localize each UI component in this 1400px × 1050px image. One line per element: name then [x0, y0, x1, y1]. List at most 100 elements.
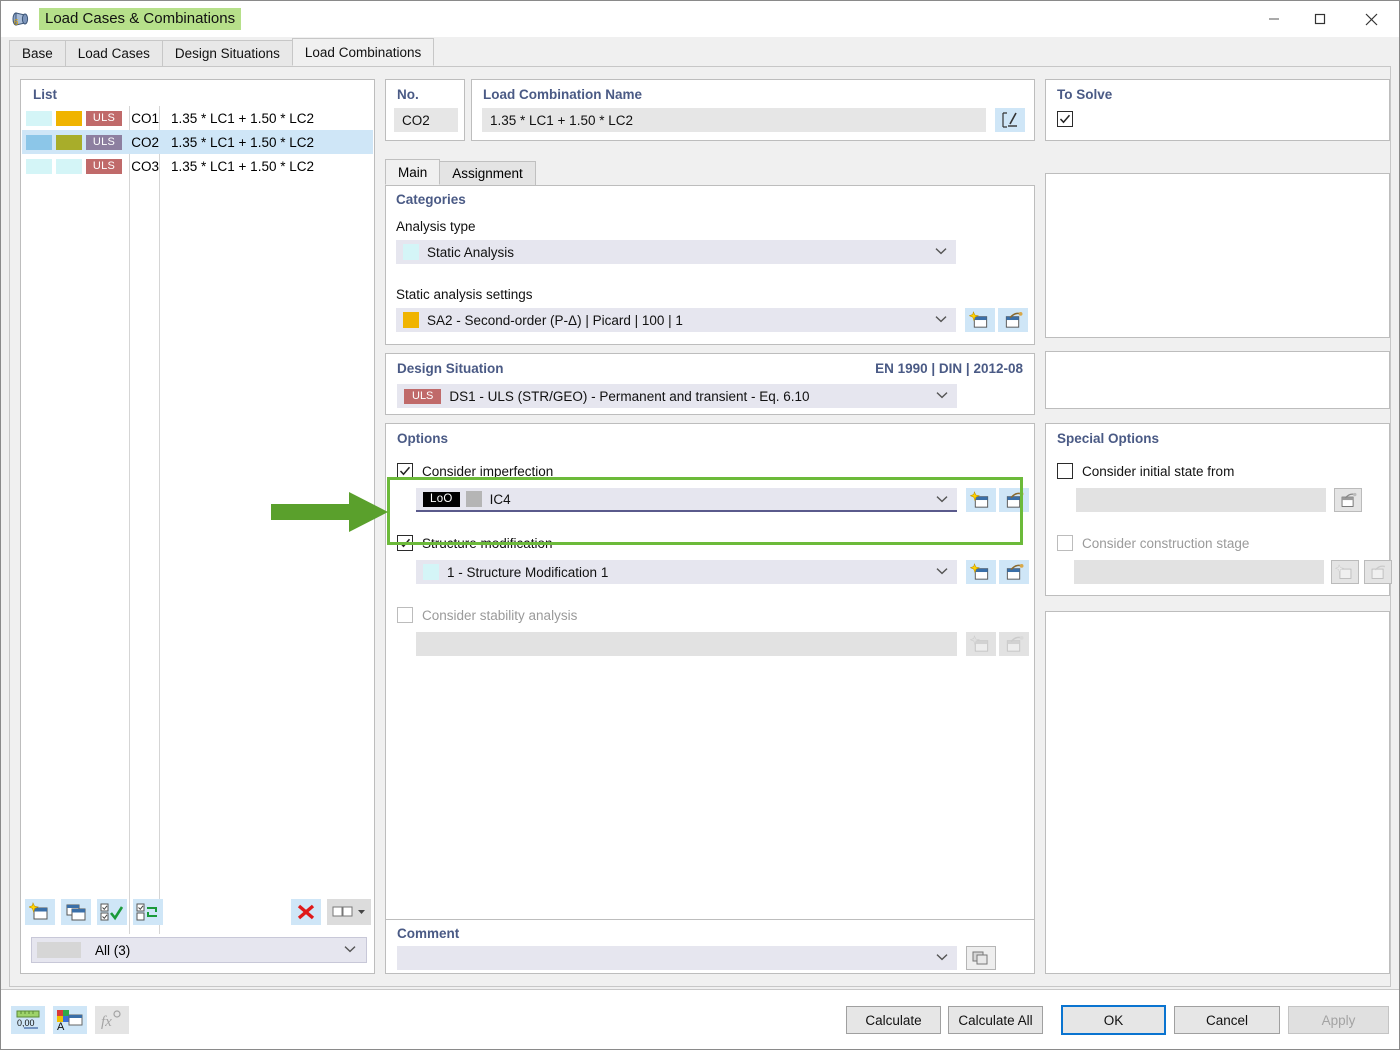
edit-window-icon — [999, 632, 1029, 656]
close-button[interactable] — [1343, 1, 1399, 37]
chevron-down-icon — [936, 566, 948, 578]
table-row[interactable]: ULS CO3 1.35 * LC1 + 1.50 * LC2 — [22, 154, 373, 178]
structure-modification-swatch — [423, 564, 439, 580]
consider-construction-stage-label: Consider construction stage — [1082, 535, 1250, 551]
copy-window-icon[interactable] — [61, 899, 91, 925]
comment-library-icon[interactable] — [966, 946, 996, 970]
consider-stability-checkbox — [397, 607, 413, 623]
two-pane-icon[interactable] — [327, 899, 371, 925]
tab-load-cases[interactable]: Load Cases — [64, 40, 163, 66]
ok-button[interactable]: OK — [1061, 1005, 1166, 1035]
comment-combo[interactable] — [397, 946, 957, 970]
consider-initial-state-row[interactable]: Consider initial state from — [1057, 463, 1234, 479]
consider-initial-state-checkbox[interactable] — [1057, 463, 1073, 479]
status-badge: ULS — [86, 110, 122, 126]
settings-label: Static analysis settings — [396, 287, 533, 302]
title-bar: 6 Load Cases & Combinations — [1, 1, 1399, 37]
status-badge: ULS — [404, 388, 442, 404]
calculate-all-button[interactable]: Calculate All — [948, 1006, 1043, 1034]
combination-header: No. CO2 Load Combination Name 1.35 * LC1… — [385, 79, 1035, 141]
list-filter-combo[interactable]: All (3) — [31, 937, 367, 963]
structure-modification-checkbox[interactable] — [397, 535, 413, 551]
consider-initial-state-label: Consider initial state from — [1082, 463, 1235, 479]
right-empty-panel-2 — [1045, 351, 1390, 409]
consider-imperfection-label: Consider imperfection — [422, 463, 554, 479]
tab-load-combinations[interactable]: Load Combinations — [291, 38, 435, 66]
structure-modification-value: 1 - Structure Modification 1 — [447, 564, 609, 580]
name-label: Load Combination Name — [483, 87, 643, 102]
tab-design-situations[interactable]: Design Situations — [161, 40, 293, 66]
load-cases-icon: 6 — [9, 8, 31, 30]
consider-construction-stage-row: Consider construction stage — [1057, 535, 1249, 551]
name-field[interactable]: 1.35 * LC1 + 1.50 * LC2 — [482, 108, 986, 132]
name-box: Load Combination Name 1.35 * LC1 + 1.50 … — [471, 79, 1035, 141]
design-standard-label: EN 1990 | DIN | 2012-08 — [875, 361, 1023, 376]
invert-selection-icon[interactable] — [133, 899, 163, 925]
edit-window-icon[interactable] — [999, 560, 1029, 584]
new-window-icon[interactable] — [966, 560, 996, 584]
analysis-type-combo[interactable]: Static Analysis — [396, 240, 956, 264]
cancel-button[interactable]: Cancel — [1174, 1006, 1280, 1034]
status-badge: ULS — [86, 134, 122, 150]
number-field[interactable]: CO2 — [394, 108, 458, 132]
chevron-down-icon — [936, 494, 948, 506]
design-situation-combo[interactable]: ULS DS1 - ULS (STR/GEO) - Permanent and … — [397, 384, 957, 408]
red-x-icon[interactable] — [291, 899, 321, 925]
check-all-icon[interactable] — [97, 899, 127, 925]
row-expression: 1.35 * LC1 + 1.50 * LC2 — [171, 158, 314, 174]
design-situation-value: DS1 - ULS (STR/GEO) - Permanent and tran… — [449, 388, 810, 404]
annotation-arrow-icon — [271, 491, 389, 536]
list-filter-label: All (3) — [95, 942, 131, 958]
edit-window-icon — [1364, 560, 1392, 584]
tab-base[interactable]: Base — [9, 40, 66, 66]
row-number: CO3 — [131, 158, 159, 174]
edit-window-icon[interactable] — [999, 488, 1029, 512]
maximize-button[interactable] — [1297, 1, 1343, 37]
load-cases-combinations-window: 6 Load Cases & Combinations Base Load Ca… — [0, 0, 1400, 1050]
settings-value: SA2 - Second-order (P-Δ) | Picard | 100 … — [427, 312, 683, 328]
fx-icon: fx — [95, 1006, 129, 1034]
row-swatch-secondary — [56, 158, 82, 174]
consider-stability-label: Consider stability analysis — [422, 607, 578, 623]
static-analysis-settings-combo[interactable]: SA2 - Second-order (P-Δ) | Picard | 100 … — [396, 308, 956, 332]
new-window-icon[interactable] — [25, 899, 55, 925]
consider-imperfection-row[interactable]: Consider imperfection — [397, 463, 553, 479]
minimize-button[interactable] — [1251, 1, 1297, 37]
status-badge: ULS — [86, 158, 122, 174]
list-toolbar — [25, 897, 371, 927]
units-000-icon[interactable]: 0,00 — [11, 1006, 45, 1034]
tab-assignment[interactable]: Assignment — [439, 161, 536, 185]
row-expression: 1.35 * LC1 + 1.50 * LC2 — [171, 110, 314, 126]
chevron-down-icon — [344, 944, 356, 956]
to-solve-title: To Solve — [1057, 87, 1113, 102]
categories-panel-content: Categories Analysis type Static Analysis… — [385, 185, 1035, 345]
color-palette-icon[interactable]: A — [53, 1006, 87, 1034]
tab-main[interactable]: Main — [385, 159, 441, 185]
chevron-down-icon — [358, 910, 365, 914]
svg-text:6: 6 — [14, 18, 19, 27]
new-window-icon[interactable] — [965, 308, 995, 332]
new-window-icon[interactable] — [966, 488, 996, 512]
table-row[interactable]: ULS CO2 1.35 * LC1 + 1.50 * LC2 — [22, 130, 373, 154]
structure-modification-row[interactable]: Structure modification — [397, 535, 553, 551]
structure-modification-combo[interactable]: 1 - Structure Modification 1 — [416, 560, 957, 584]
consider-imperfection-checkbox[interactable] — [397, 463, 413, 479]
svg-text:fx: fx — [101, 1014, 112, 1030]
settings-swatch — [403, 312, 419, 328]
edit-window-icon[interactable] — [998, 308, 1028, 332]
to-solve-checkbox[interactable] — [1057, 111, 1073, 127]
chevron-down-icon — [936, 390, 948, 402]
right-empty-panel-1 — [1045, 173, 1390, 338]
options-title: Options — [397, 431, 448, 446]
edit-window-icon[interactable] — [1334, 488, 1362, 512]
options-panel: Options Consider imperfection LoO IC4 St… — [385, 423, 1035, 974]
construction-stage-combo — [1074, 560, 1324, 584]
imperfection-case-combo[interactable]: LoO IC4 — [416, 488, 957, 512]
calculate-button[interactable]: Calculate — [846, 1006, 941, 1034]
special-options-title: Special Options — [1057, 431, 1160, 446]
bottom-bar: 0,00 A fx Calculate Calculate All OK Can… — [1, 989, 1399, 1049]
edit-formula-icon[interactable] — [995, 108, 1025, 132]
chevron-down-icon — [935, 246, 947, 258]
table-row[interactable]: ULS CO1 1.35 * LC1 + 1.50 * LC2 — [22, 106, 373, 130]
initial-state-combo[interactable] — [1076, 488, 1326, 512]
